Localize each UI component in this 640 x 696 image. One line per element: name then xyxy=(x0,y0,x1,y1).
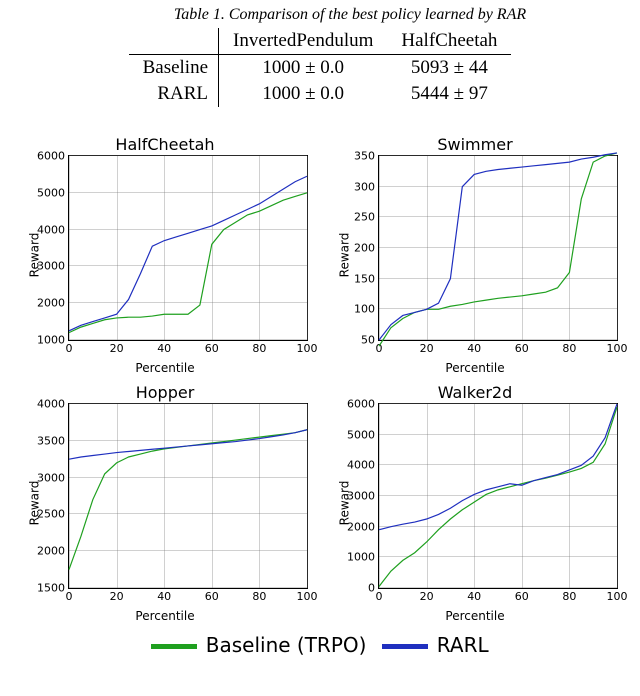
legend-item: RARL xyxy=(382,633,488,657)
y-tick: 350 xyxy=(354,150,379,163)
chart-hopper: HopperRewardPercentile020406080100150020… xyxy=(14,383,316,623)
x-tick: 20 xyxy=(420,588,434,603)
x-tick: 40 xyxy=(157,588,171,603)
row-label: RARL xyxy=(129,81,219,107)
y-tick: 4000 xyxy=(37,398,69,411)
legend-label: RARL xyxy=(437,633,489,657)
y-tick: 3000 xyxy=(37,471,69,484)
y-tick: 100 xyxy=(354,303,379,316)
chart-halfcheetah: HalfCheetahRewardPercentile0204060801001… xyxy=(14,135,316,375)
cell: 5444 ± 97 xyxy=(387,81,511,107)
y-tick: 3500 xyxy=(37,434,69,447)
series-line xyxy=(379,407,617,586)
x-axis-label: Percentile xyxy=(324,361,626,375)
x-tick: 40 xyxy=(157,340,171,355)
x-tick: 100 xyxy=(297,340,318,355)
legend-label: Baseline (TRPO) xyxy=(206,633,367,657)
plot-area: 020406080100100020003000400050006000 xyxy=(68,155,308,341)
col-header: InvertedPendulum xyxy=(219,28,388,55)
table-row: Baseline 1000 ± 0.0 5093 ± 44 xyxy=(129,55,512,82)
y-tick: 300 xyxy=(354,180,379,193)
legend: Baseline (TRPO) RARL xyxy=(0,627,640,657)
x-tick: 80 xyxy=(252,588,266,603)
y-tick: 2000 xyxy=(37,545,69,558)
series-line xyxy=(379,153,617,340)
y-tick: 1000 xyxy=(37,334,69,347)
col-header: HalfCheetah xyxy=(387,28,511,55)
x-tick: 60 xyxy=(515,340,529,355)
series-line xyxy=(379,153,617,346)
series-line xyxy=(69,430,307,570)
series-line xyxy=(379,404,617,530)
y-tick: 6000 xyxy=(347,398,379,411)
x-tick: 80 xyxy=(562,340,576,355)
y-tick: 1500 xyxy=(37,582,69,595)
y-tick: 5000 xyxy=(347,428,379,441)
y-tick: 5000 xyxy=(37,186,69,199)
y-tick: 0 xyxy=(368,582,379,595)
x-tick: 40 xyxy=(467,340,481,355)
legend-swatch-icon xyxy=(382,644,428,649)
plot-area: 02040608010050100150200250300350 xyxy=(378,155,618,341)
x-tick: 80 xyxy=(562,588,576,603)
cell: 1000 ± 0.0 xyxy=(219,81,388,107)
x-tick: 100 xyxy=(607,588,628,603)
y-tick: 3000 xyxy=(347,490,379,503)
y-tick: 50 xyxy=(361,334,379,347)
x-tick: 80 xyxy=(252,340,266,355)
x-tick: 20 xyxy=(420,340,434,355)
table-row: RARL 1000 ± 0.0 5444 ± 97 xyxy=(129,81,512,107)
cell: 1000 ± 0.0 xyxy=(219,55,388,82)
chart-swimmer: SwimmerRewardPercentile02040608010050100… xyxy=(324,135,626,375)
plot-area: 020406080100150020002500300035004000 xyxy=(68,403,308,589)
y-tick: 150 xyxy=(354,272,379,285)
x-tick: 20 xyxy=(110,588,124,603)
row-label: Baseline xyxy=(129,55,219,82)
series-line xyxy=(69,430,307,459)
x-tick: 60 xyxy=(205,340,219,355)
table-caption: Table 1. Comparison of the best policy l… xyxy=(0,0,640,28)
chart-walker2d: Walker2dRewardPercentile0204060801000100… xyxy=(324,383,626,623)
x-tick: 100 xyxy=(297,588,318,603)
y-tick: 200 xyxy=(354,242,379,255)
y-tick: 250 xyxy=(354,211,379,224)
y-tick: 4000 xyxy=(37,223,69,236)
y-tick: 3000 xyxy=(37,260,69,273)
y-tick: 1000 xyxy=(347,551,379,564)
y-tick: 6000 xyxy=(37,150,69,163)
x-tick: 20 xyxy=(110,340,124,355)
series-line xyxy=(69,176,307,331)
y-tick: 2000 xyxy=(37,297,69,310)
y-axis-label: Reward xyxy=(337,481,351,526)
y-tick: 2000 xyxy=(347,520,379,533)
x-axis-label: Percentile xyxy=(14,609,316,623)
series-line xyxy=(69,193,307,333)
y-tick: 4000 xyxy=(347,459,379,472)
x-tick: 40 xyxy=(467,588,481,603)
plot-area: 0204060801000100020003000400050006000 xyxy=(378,403,618,589)
legend-swatch-icon xyxy=(151,644,197,649)
x-axis-label: Percentile xyxy=(14,361,316,375)
cell: 5093 ± 44 xyxy=(387,55,511,82)
x-tick: 60 xyxy=(205,588,219,603)
x-tick: 100 xyxy=(607,340,628,355)
y-tick: 2500 xyxy=(37,508,69,521)
y-axis-label: Reward xyxy=(337,233,351,278)
x-axis-label: Percentile xyxy=(324,609,626,623)
comparison-table: InvertedPendulum HalfCheetah Baseline 10… xyxy=(129,28,512,107)
x-tick: 60 xyxy=(515,588,529,603)
legend-item: Baseline (TRPO) xyxy=(151,633,366,657)
